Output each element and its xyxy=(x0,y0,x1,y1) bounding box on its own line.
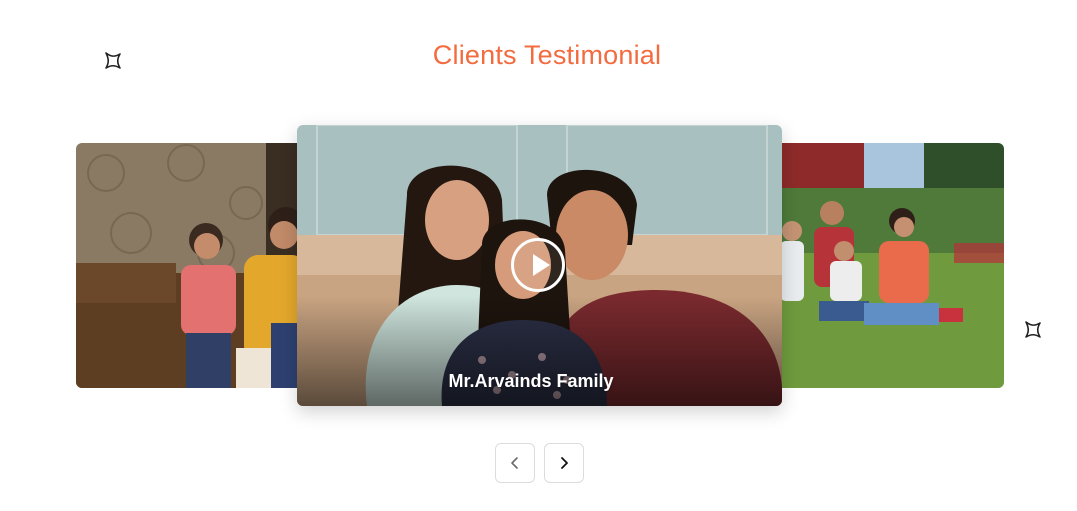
section-title: Clients Testimonial xyxy=(432,40,662,70)
carousel-next-button[interactable] xyxy=(544,443,584,483)
chevron-left-icon xyxy=(511,457,518,469)
slide-previous[interactable] xyxy=(76,143,306,388)
carousel-prev-button[interactable] xyxy=(495,443,535,483)
family-on-lawn-photo xyxy=(774,143,1004,388)
play-button[interactable] xyxy=(511,238,565,292)
family-on-sofa-photo xyxy=(76,143,306,388)
testimonial-section: Clients Testimonial Mr.Arvainds Family xyxy=(0,0,1077,511)
testimonial-caption: Mr.Arvainds Family xyxy=(448,371,614,391)
play-icon xyxy=(533,254,550,276)
sparkle-icon xyxy=(103,51,123,71)
slide-next[interactable] xyxy=(774,143,1004,388)
chevron-right-icon xyxy=(561,457,568,469)
slide-active[interactable]: Mr.Arvainds Family xyxy=(297,125,782,406)
sparkle-icon xyxy=(1023,320,1043,340)
